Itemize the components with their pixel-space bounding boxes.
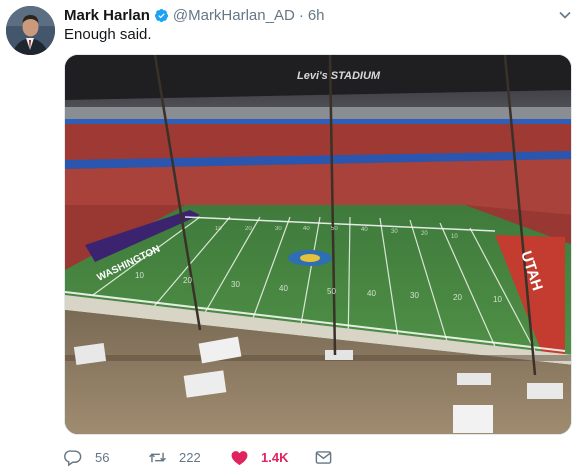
yard-number: 20 bbox=[453, 293, 462, 302]
yard-number: 10 bbox=[135, 271, 144, 280]
yard-number: 30 bbox=[231, 280, 240, 289]
yard-number: 40 bbox=[279, 284, 288, 293]
author-name[interactable]: Mark Harlan bbox=[64, 7, 150, 24]
yard-number: 40 bbox=[367, 289, 376, 298]
tweet-text: Enough said. bbox=[64, 26, 152, 43]
avatar-image bbox=[6, 6, 55, 55]
yard-number: 30 bbox=[275, 226, 282, 232]
caret-down-icon[interactable] bbox=[558, 8, 572, 22]
reply-count: 56 bbox=[95, 449, 110, 465]
yard-number: 20 bbox=[421, 231, 428, 237]
yard-number: 40 bbox=[361, 227, 368, 233]
direct-message-icon bbox=[315, 450, 332, 464]
retweet-icon bbox=[149, 452, 166, 462]
yard-number: 50 bbox=[331, 226, 338, 232]
yard-number: 10 bbox=[451, 234, 458, 240]
timestamp[interactable]: 6h bbox=[308, 7, 325, 24]
yard-number: 20 bbox=[183, 276, 192, 285]
yard-number: 50 bbox=[327, 287, 336, 296]
author-handle[interactable]: @MarkHarlan_AD bbox=[173, 7, 295, 24]
yard-number: 10 bbox=[215, 226, 222, 232]
tweet-header: Mark Harlan @MarkHarlan_AD · 6h bbox=[64, 6, 546, 24]
stadium-photo: Levi's STADIUM WASHINGTON UTAH 10 20 30 … bbox=[65, 55, 571, 434]
like-count: 1.4K bbox=[261, 449, 289, 465]
direct-message-button[interactable] bbox=[314, 448, 333, 467]
heart-icon bbox=[231, 450, 248, 465]
avatar[interactable] bbox=[6, 6, 55, 55]
tweet-actions: 56 222 1.4K bbox=[64, 446, 564, 468]
reply-icon bbox=[64, 449, 82, 466]
like-button[interactable]: 1.4K bbox=[230, 448, 314, 467]
retweet-count: 222 bbox=[179, 449, 201, 465]
yard-number: 10 bbox=[493, 295, 502, 304]
separator-dot: · bbox=[298, 6, 304, 24]
stadium-sign-text: Levi's STADIUM bbox=[297, 70, 381, 82]
yard-number: 20 bbox=[245, 226, 252, 232]
yard-number: 30 bbox=[410, 291, 419, 300]
reply-button[interactable]: 56 bbox=[64, 448, 148, 467]
verified-badge-icon bbox=[154, 8, 168, 22]
yard-number: 30 bbox=[391, 229, 398, 235]
retweet-button[interactable]: 222 bbox=[148, 448, 230, 467]
yard-number: 40 bbox=[303, 226, 310, 232]
tweet-media-photo[interactable]: Levi's STADIUM WASHINGTON UTAH 10 20 30 … bbox=[64, 54, 572, 435]
